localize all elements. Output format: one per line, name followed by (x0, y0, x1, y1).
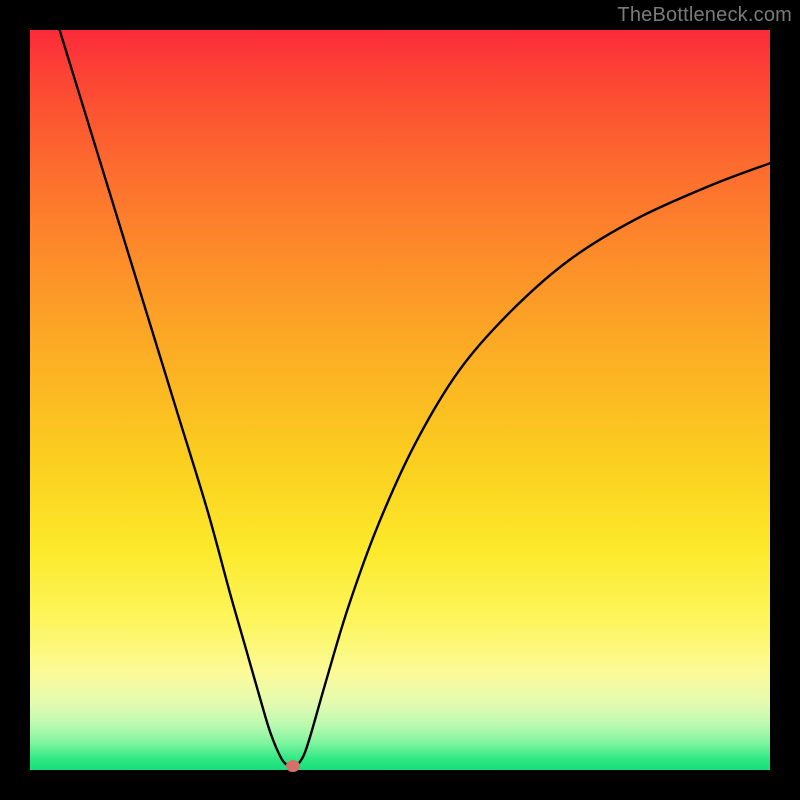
watermark-text: TheBottleneck.com (617, 4, 792, 27)
plot-area (30, 30, 770, 770)
chart-frame: TheBottleneck.com (0, 0, 800, 800)
bottleneck-curve (30, 30, 770, 770)
minimum-marker (286, 760, 300, 772)
